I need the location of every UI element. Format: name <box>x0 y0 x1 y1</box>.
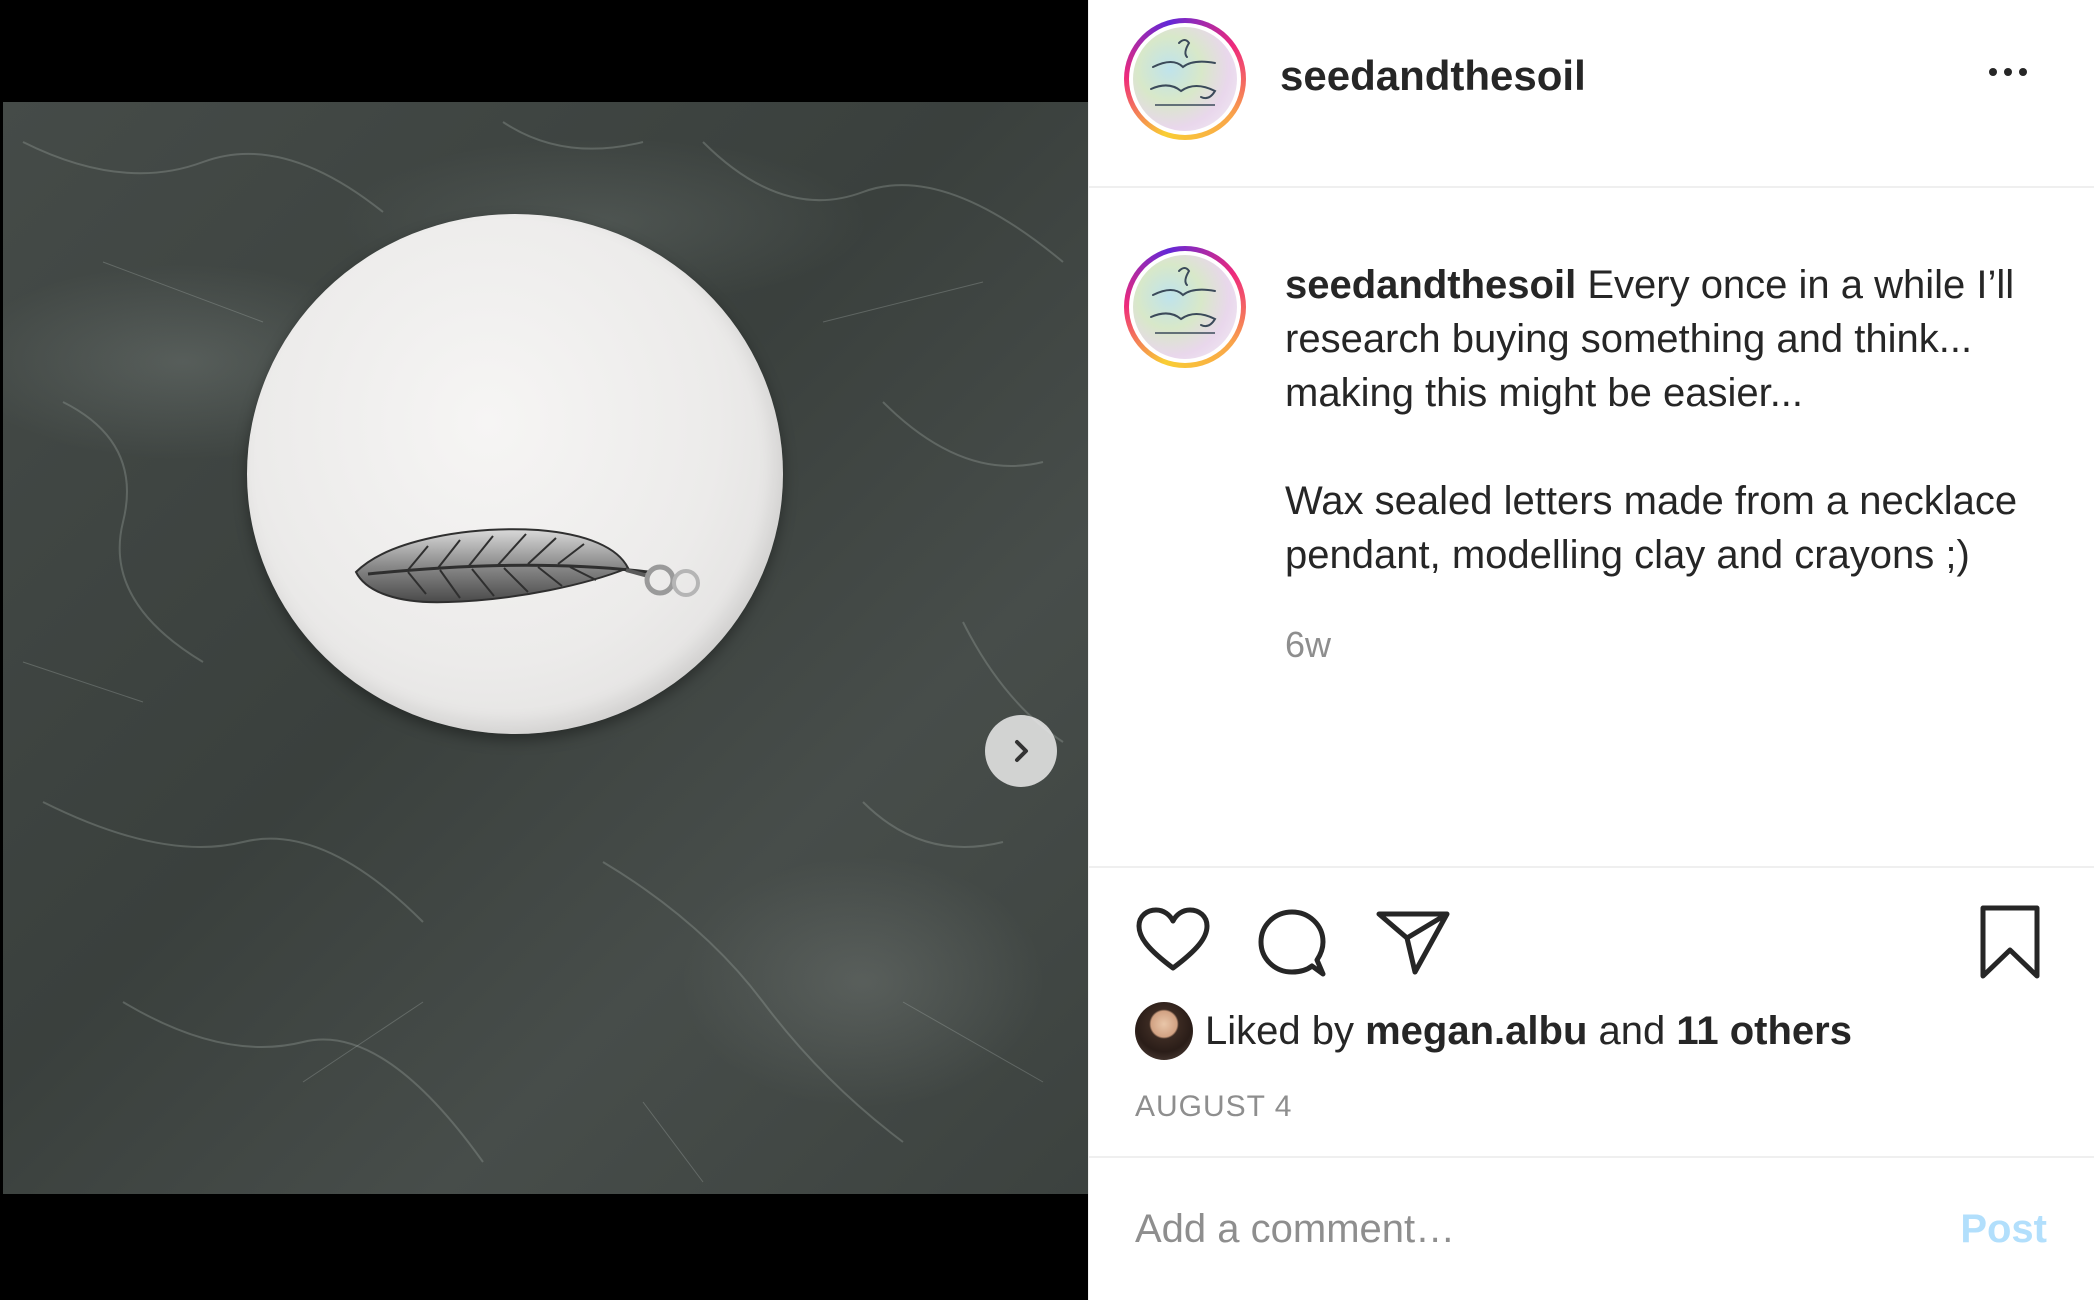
feather-pendant <box>354 528 700 604</box>
comment-input[interactable] <box>1135 1206 1895 1252</box>
post-caption: seedandthesoil Every once in a while I’l… <box>1285 258 2075 582</box>
caption-text-2: Wax sealed letters made from a necklace … <box>1285 479 2018 577</box>
clay-disc <box>247 214 783 734</box>
post-photo <box>3 102 1088 1194</box>
bookmark-icon <box>1980 905 2040 979</box>
liker-username[interactable]: megan.albu <box>1365 1009 1587 1054</box>
brand-logo <box>1133 255 1237 359</box>
heart-icon <box>1136 907 1210 971</box>
post-details-panel: seedandthesoil seedandthesoil Every once… <box>1088 0 2094 1300</box>
post-comment-button[interactable]: Post <box>1960 1207 2047 1252</box>
brand-logo <box>1133 27 1237 131</box>
save-button[interactable] <box>1977 904 2043 985</box>
comment-bubble-icon <box>1258 909 1326 977</box>
profile-avatar[interactable] <box>1124 18 1246 140</box>
post-author-username[interactable]: seedandthesoil <box>1280 52 1586 100</box>
caption-username[interactable]: seedandthesoil <box>1285 263 1576 307</box>
post-media <box>0 0 1088 1300</box>
next-slide-button[interactable] <box>985 715 1057 787</box>
comment-form: Post <box>1089 1158 2094 1300</box>
share-button[interactable] <box>1375 906 1451 981</box>
header-divider <box>1089 186 2094 188</box>
like-button[interactable] <box>1135 906 1211 979</box>
liker-avatar[interactable] <box>1135 1002 1193 1060</box>
likes-others-link[interactable]: 11 others <box>1676 1009 1852 1054</box>
chevron-right-icon <box>1015 740 1028 762</box>
post-date[interactable]: AUGUST 4 <box>1135 1090 1293 1124</box>
caption-author-avatar[interactable] <box>1124 246 1246 368</box>
likes-summary: Liked by megan.albu and 11 others <box>1135 1002 1852 1060</box>
caption-timestamp[interactable]: 6w <box>1285 624 1331 666</box>
paper-plane-icon <box>1376 911 1450 975</box>
comment-button[interactable] <box>1255 906 1329 985</box>
more-options-button[interactable] <box>1989 68 2027 76</box>
likes-conjunction: and <box>1587 1008 1677 1053</box>
actions-divider <box>1089 866 2094 868</box>
likes-prefix: Liked by <box>1205 1008 1366 1053</box>
more-options-icon <box>1989 68 1997 76</box>
